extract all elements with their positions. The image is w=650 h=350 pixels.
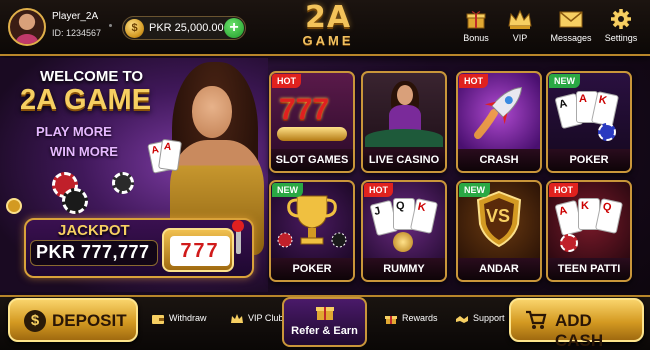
envelope-icon [559, 11, 583, 28]
add-balance-button[interactable]: + [224, 18, 244, 38]
withdraw-button[interactable]: Withdraw [151, 310, 207, 330]
hot-badge: HOT [459, 74, 488, 88]
vip-club-label: VIP Club [248, 313, 284, 323]
game-tile-live-casino[interactable]: LIVE CASINO [361, 71, 447, 173]
gift-icon [315, 307, 334, 320]
logo-main-text: 2A [304, 0, 352, 35]
nav-settings-label: Settings [604, 33, 638, 43]
divider-dot [109, 24, 112, 27]
game-tile-label: LIVE CASINO [363, 149, 445, 171]
crown-icon [508, 9, 532, 29]
nav-bonus-label: Bonus [463, 33, 489, 43]
balance-amount: PKR 25,000.00 [149, 22, 224, 34]
dollar-icon: $ [24, 310, 46, 332]
slot-machine: 777 [162, 228, 234, 272]
coin-icon: $ [125, 19, 144, 38]
game-tile-label: ANDAR BAHAR [458, 258, 540, 280]
nav-messages-label: Messages [550, 33, 592, 43]
gift-icon [385, 315, 397, 324]
brand-logo: 2A GAME [288, 2, 368, 54]
nav-settings-button[interactable]: Settings [600, 8, 642, 43]
game-tile-rummy[interactable]: J Q K HOT RUMMY [361, 180, 447, 282]
game-tile-label: TEEN PATTI [548, 258, 630, 280]
jackpot-title: JACKPOT [58, 222, 130, 239]
withdraw-label: Withdraw [169, 313, 207, 323]
welcome-line-1: WELCOME TO [40, 68, 144, 85]
rewards-button[interactable]: Rewards [384, 310, 438, 330]
host-face [192, 86, 232, 138]
player-id: ID: 1234567 [52, 28, 102, 38]
poker-chip [62, 188, 88, 214]
welcome-line-2: 2A GAME [20, 84, 152, 116]
vip-club-button[interactable]: VIP Club [230, 310, 283, 330]
poker-chip [560, 234, 578, 252]
gold-coin [6, 198, 22, 214]
gold-coin [277, 127, 347, 141]
slot-knob [232, 220, 244, 232]
casino-table [365, 129, 443, 147]
jackpot-amount: PKR 777,777 [36, 242, 150, 262]
support-label: Support [473, 313, 505, 323]
game-tile-teen-patti[interactable]: A K Q HOT TEEN PATTI [546, 180, 632, 282]
live-dealer-icon [363, 73, 445, 149]
slot-reels: 777 [170, 236, 230, 266]
deposit-button[interactable]: $ DEPOSIT [8, 298, 138, 342]
hot-badge: HOT [272, 74, 301, 88]
hot-badge: HOT [364, 183, 393, 197]
poker-chip [112, 172, 134, 194]
gold-coin [393, 232, 413, 252]
crown-icon [231, 313, 243, 323]
new-badge: NEW [459, 183, 490, 197]
tagline-line-2: WIN MORE [50, 144, 118, 159]
hot-badge: HOT [549, 183, 578, 197]
nav-vip-button[interactable]: VIP [505, 8, 535, 43]
support-button[interactable]: Support [455, 310, 505, 330]
top-bar: Player_2A ID: 1234567 $ PKR 25,000.00 + … [0, 0, 650, 56]
game-tile-crash[interactable]: HOT CRASH [456, 71, 542, 173]
tagline-line-1: PLAY MORE [36, 124, 112, 139]
add-cash-label: ADD CASH [555, 311, 604, 350]
gift-icon [466, 11, 486, 29]
handshake-icon [456, 315, 468, 323]
game-tile-label: POKER [548, 149, 630, 171]
refer-earn-label: Refer & Earn [291, 325, 358, 337]
refer-earn-button[interactable]: Refer & Earn [282, 297, 367, 347]
player-name: Player_2A [52, 11, 99, 22]
dealer-face [397, 85, 413, 105]
host-card: A [158, 138, 182, 172]
nav-bonus-button[interactable]: Bonus [458, 8, 494, 43]
nav-messages-button[interactable]: Messages [546, 8, 596, 43]
game-tile-label: CRASH [458, 149, 540, 171]
game-tile-label: SLOT GAMES [271, 149, 353, 171]
player-avatar[interactable] [8, 8, 46, 46]
deposit-label: DEPOSIT [52, 311, 127, 330]
wallet-icon [152, 314, 164, 324]
game-tile-andar-bahar[interactable]: VS NEW ANDAR BAHAR [456, 180, 542, 282]
dealer-body [389, 105, 421, 131]
game-tile-poker-2[interactable]: NEW POKER [269, 180, 355, 282]
new-badge: NEW [272, 183, 303, 197]
rewards-label: Rewards [402, 313, 438, 323]
nav-vip-label: VIP [512, 33, 528, 43]
balance-display: $ PKR 25,000.00 + [122, 16, 246, 40]
poker-chip [598, 123, 616, 141]
gear-icon [611, 9, 631, 29]
cart-icon [526, 310, 547, 329]
vs-text: VS [486, 206, 511, 226]
add-cash-button[interactable]: ADD CASH [509, 298, 644, 350]
host-cards: A A [147, 138, 182, 176]
new-badge: NEW [549, 74, 580, 88]
logo-sub-text: GAME [302, 33, 354, 48]
game-tile-label: POKER [271, 258, 353, 280]
slot-art-text: 777 [279, 93, 330, 126]
game-tile-slot-games[interactable]: 777 HOT SLOT GAMES [269, 71, 355, 173]
game-tile-poker[interactable]: A A K NEW POKER [546, 71, 632, 173]
game-tile-label: RUMMY [363, 258, 445, 280]
